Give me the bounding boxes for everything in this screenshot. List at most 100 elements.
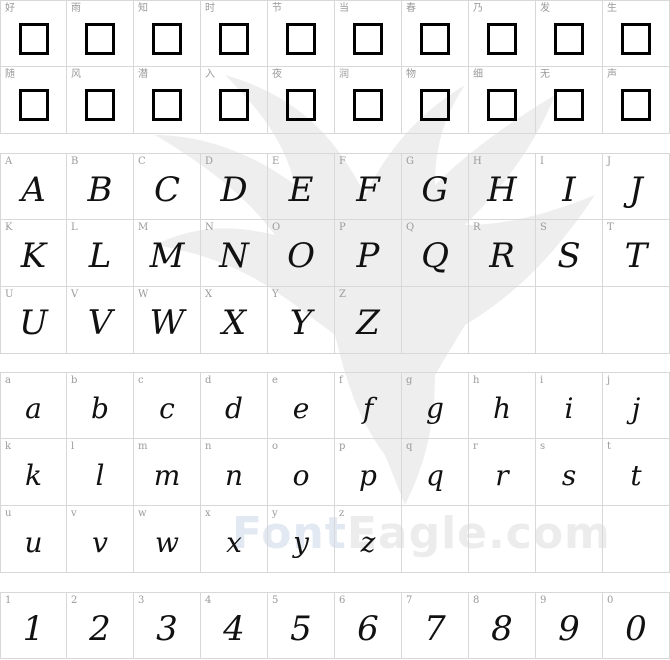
glyph-cell: EE — [268, 153, 335, 220]
glyph-preview: x — [226, 525, 242, 559]
glyph-cell: aa — [0, 372, 67, 439]
glyph-preview — [603, 1, 669, 66]
glyph-preview: h — [492, 392, 512, 425]
glyph-preview: A — [21, 169, 46, 210]
glyph-preview: Y — [289, 303, 313, 343]
glyph-cell: 99 — [536, 592, 603, 659]
glyph-cell: GG — [402, 153, 469, 220]
glyph-preview: a — [25, 392, 42, 425]
cjk-glyph-grid: 好 雨 知 时 节 当 春 乃 发 生 随 风 潜 入 夜 润 物 细 无 声 — [0, 0, 670, 134]
glyph-preview: P — [356, 236, 380, 276]
glyph-cell: cc — [134, 372, 201, 439]
glyph-cell: 55 — [268, 592, 335, 659]
glyph-cell: II — [536, 153, 603, 220]
glyph-preview: R — [489, 236, 515, 276]
glyph-cell: JJ — [603, 153, 670, 220]
empty-cell — [402, 287, 469, 354]
glyph-preview: H — [487, 169, 517, 210]
glyph-cell: kk — [0, 439, 67, 506]
glyph-preview: U — [19, 303, 48, 343]
glyph-preview — [67, 67, 133, 133]
glyph-cell: 夜 — [268, 67, 335, 134]
glyph-cell: YY — [268, 287, 335, 354]
glyph-cell: 33 — [134, 592, 201, 659]
glyph-preview: 6 — [357, 608, 379, 649]
glyph-preview: b — [91, 392, 109, 425]
glyph-cell: 00 — [603, 592, 670, 659]
glyph-preview: M — [149, 236, 185, 276]
glyph-cell: DD — [201, 153, 268, 220]
glyph-cell: VV — [67, 287, 134, 354]
glyph-cell: ss — [536, 439, 603, 506]
glyph-cell: PP — [335, 220, 402, 287]
glyph-cell: 发 — [536, 0, 603, 67]
glyph-cell: zz — [335, 506, 402, 573]
glyph-preview: 7 — [424, 608, 446, 649]
glyph-cell: 时 — [201, 0, 268, 67]
glyph-cell: WW — [134, 287, 201, 354]
glyph-preview: 5 — [290, 608, 312, 649]
glyph-preview — [268, 1, 334, 66]
glyph-preview: K — [20, 236, 47, 276]
glyph-preview — [402, 1, 468, 66]
empty-cell — [469, 287, 536, 354]
glyph-preview — [1, 67, 66, 133]
glyph-cell: ll — [67, 439, 134, 506]
glyph-preview: W — [149, 303, 185, 343]
glyph-cell: BB — [67, 153, 134, 220]
glyph-preview: d — [225, 392, 243, 425]
lowercase-glyph-grid: aabbccddeeffgghhiijj kkllmmnnooppqqrrsstt… — [0, 372, 670, 573]
glyph-cell: 节 — [268, 0, 335, 67]
glyph-preview: r — [495, 458, 509, 492]
glyph-cell: dd — [201, 372, 268, 439]
glyph-cell: 44 — [201, 592, 268, 659]
glyph-preview: L — [88, 236, 112, 276]
glyph-cell: 随 — [0, 67, 67, 134]
glyph-preview: F — [356, 169, 380, 210]
glyph-cell: 66 — [335, 592, 402, 659]
glyph-preview: j — [631, 392, 641, 425]
glyph-preview: n — [224, 458, 244, 492]
glyph-preview: t — [630, 458, 642, 492]
glyph-preview: k — [25, 458, 42, 492]
missing-glyph-box — [286, 22, 316, 55]
glyph-preview: p — [359, 458, 377, 492]
empty-cell — [469, 506, 536, 573]
glyph-preview: i — [564, 392, 574, 425]
glyph-cell: 无 — [536, 67, 603, 134]
glyph-preview: C — [153, 169, 180, 210]
missing-glyph-box — [219, 89, 249, 121]
glyph-cell: 春 — [402, 0, 469, 67]
glyph-cell: bb — [67, 372, 134, 439]
glyph-preview: G — [421, 169, 449, 210]
glyph-preview: v — [92, 525, 108, 559]
missing-glyph-box — [420, 22, 450, 55]
glyph-cell: vv — [67, 506, 134, 573]
missing-glyph-box — [85, 89, 115, 121]
glyph-preview: E — [288, 169, 314, 210]
glyph-preview — [469, 67, 535, 133]
glyph-preview: 8 — [491, 608, 513, 649]
missing-glyph-box — [621, 89, 651, 121]
glyph-preview — [335, 67, 401, 133]
glyph-cell: OO — [268, 220, 335, 287]
glyph-cell: 11 — [0, 592, 67, 659]
missing-glyph-box — [85, 22, 115, 55]
glyph-preview: l — [95, 458, 105, 492]
uppercase-glyph-grid: AABBCCDDEEFFGGHHIIJJKKLLMMNNOOPPQQRRSSTT… — [0, 153, 670, 354]
glyph-preview: q — [426, 458, 444, 492]
glyph-cell: mm — [134, 439, 201, 506]
missing-glyph-box — [219, 22, 249, 55]
glyph-cell: HH — [469, 153, 536, 220]
glyph-preview: 9 — [558, 608, 580, 649]
glyph-preview — [536, 1, 602, 66]
glyph-preview: S — [557, 236, 581, 276]
glyph-cell: 润 — [335, 67, 402, 134]
missing-glyph-box — [487, 22, 517, 55]
glyph-cell: yy — [268, 506, 335, 573]
glyph-cell: ww — [134, 506, 201, 573]
glyph-preview: c — [159, 392, 175, 425]
missing-glyph-box — [286, 89, 316, 121]
glyph-preview — [201, 67, 267, 133]
glyph-cell: 入 — [201, 67, 268, 134]
